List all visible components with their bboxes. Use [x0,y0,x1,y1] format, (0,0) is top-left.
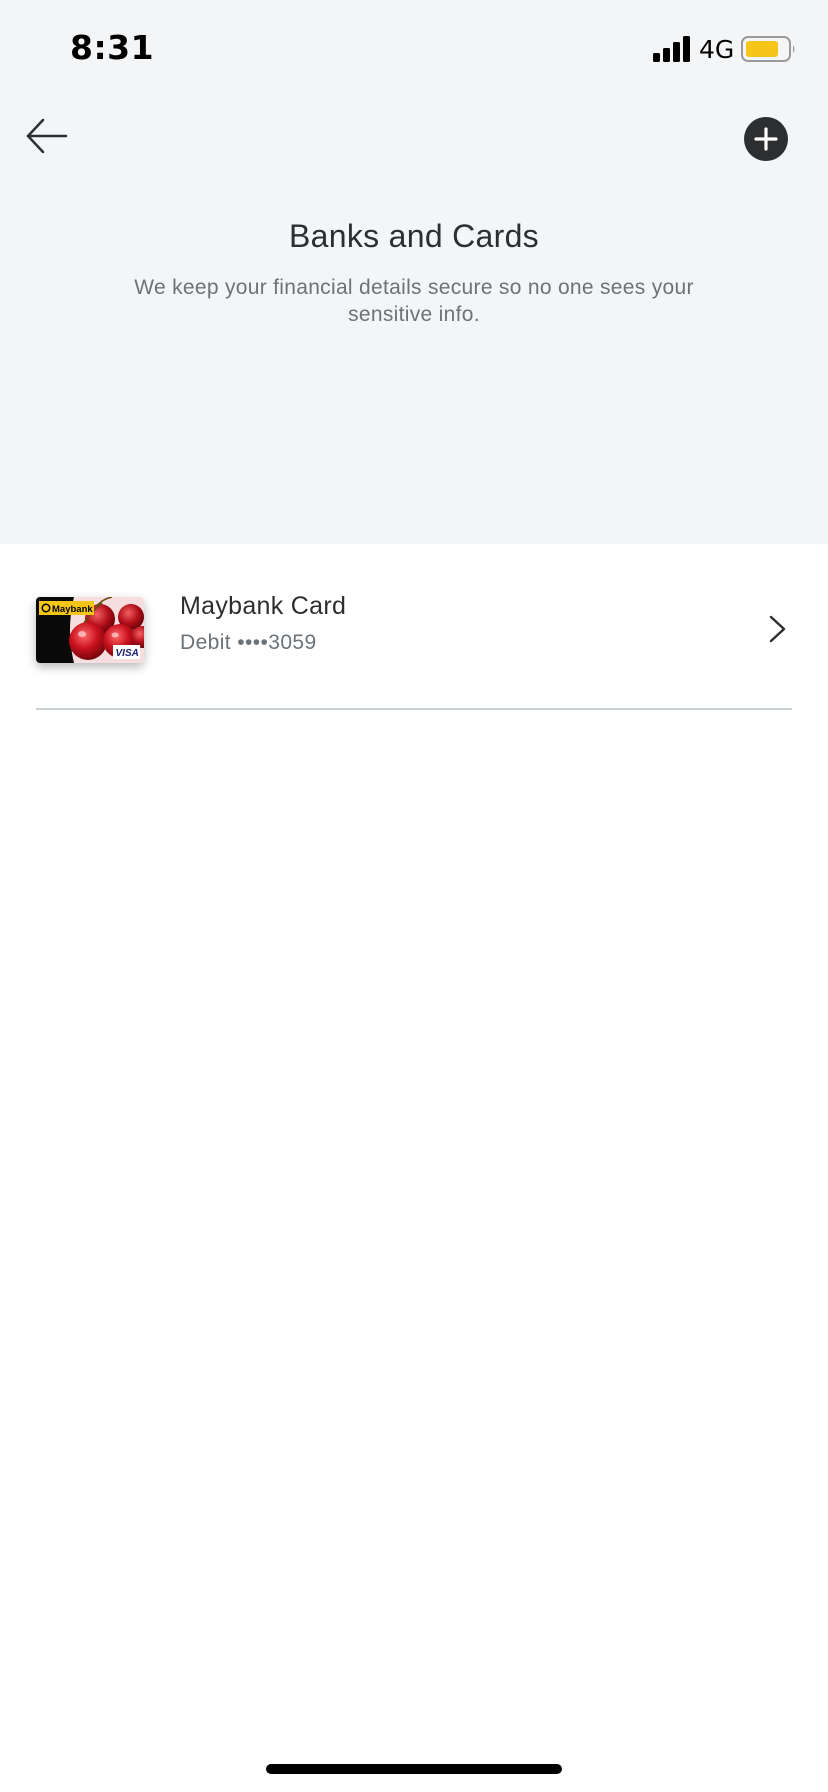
plus-circle-icon [754,127,778,151]
signal-strength-icon [653,36,690,62]
list-item-maybank-card[interactable]: Maybank VISA Maybank Card Debit ••••3059 [0,582,828,674]
header-section: 8:31 4G Banks and Cards We keep your fin… [0,0,828,544]
page-title: Banks and Cards [289,218,539,254]
page-subtitle: We keep your financial details secure so… [134,276,694,326]
home-indicator[interactable] [266,1764,562,1774]
card-image: Maybank VISA [36,597,144,663]
maybank-card-art: Maybank VISA [36,597,144,663]
card-brand-text: Maybank [52,604,93,615]
battery-icon [741,36,795,62]
list-divider [36,708,792,710]
arrow-left-icon [26,118,68,154]
chevron-right-icon [769,615,786,643]
card-name: Maybank Card [180,592,347,620]
status-time: 8:31 [70,28,155,67]
card-detail: Debit ••••3059 [180,631,317,654]
card-network-text: VISA [116,648,139,659]
add-card-button[interactable] [744,117,788,161]
status-bar: 8:31 4G [0,0,828,100]
back-button[interactable] [26,116,70,156]
network-type-label: 4G [699,35,735,64]
